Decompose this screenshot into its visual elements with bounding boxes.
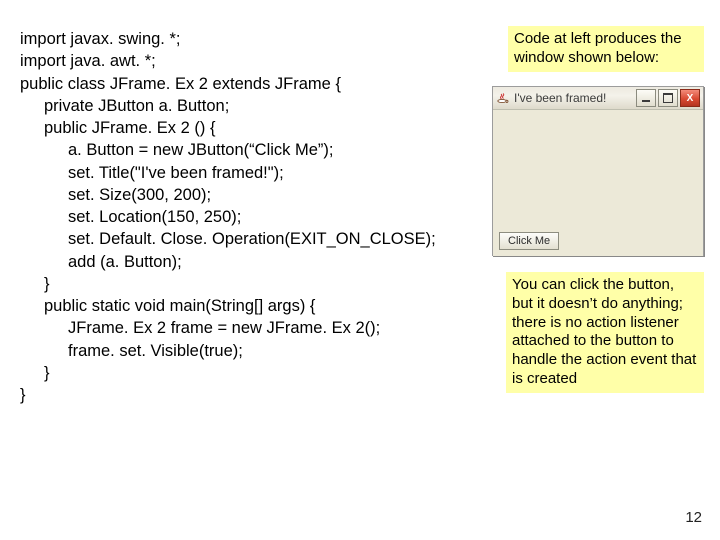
caption-top: Code at left produces the window shown b… bbox=[508, 26, 704, 72]
close-button[interactable]: X bbox=[680, 89, 700, 107]
code-line: public JFrame. Ex 2 () { bbox=[20, 117, 500, 139]
code-line: set. Title("I've been framed!"); bbox=[20, 162, 500, 184]
code-line: JFrame. Ex 2 frame = new JFrame. Ex 2(); bbox=[20, 317, 500, 339]
click-me-button[interactable]: Click Me bbox=[499, 232, 559, 250]
titlebar: I've been framed! X bbox=[493, 87, 703, 110]
java-icon bbox=[496, 91, 510, 105]
code-line: a. Button = new JButton(“Click Me”); bbox=[20, 139, 500, 161]
maximize-button[interactable] bbox=[658, 89, 678, 107]
code-line: } bbox=[20, 384, 500, 406]
minimize-button[interactable] bbox=[636, 89, 656, 107]
window-body: Click Me bbox=[493, 110, 703, 256]
code-line: set. Location(150, 250); bbox=[20, 206, 500, 228]
code-line: set. Size(300, 200); bbox=[20, 184, 500, 206]
maximize-icon bbox=[663, 93, 673, 103]
slide: import javax. swing. *; import java. awt… bbox=[0, 0, 720, 540]
code-line: import javax. swing. *; bbox=[20, 28, 500, 50]
code-line: } bbox=[20, 362, 500, 384]
close-icon: X bbox=[687, 93, 694, 104]
code-line: import java. awt. *; bbox=[20, 50, 500, 72]
caption-bottom: You can click the button, but it doesn’t… bbox=[506, 272, 704, 393]
code-line: set. Default. Close. Operation(EXIT_ON_C… bbox=[20, 228, 500, 250]
code-line: add (a. Button); bbox=[20, 251, 500, 273]
example-window: I've been framed! X Click Me bbox=[492, 86, 704, 256]
code-listing: import javax. swing. *; import java. awt… bbox=[20, 28, 500, 407]
minimize-icon bbox=[642, 100, 650, 102]
code-line: frame. set. Visible(true); bbox=[20, 340, 500, 362]
code-line: public static void main(String[] args) { bbox=[20, 295, 500, 317]
code-line: } bbox=[20, 273, 500, 295]
page-number: 12 bbox=[685, 509, 702, 526]
code-line: public class JFrame. Ex 2 extends JFrame… bbox=[20, 73, 500, 95]
code-line: private JButton a. Button; bbox=[20, 95, 500, 117]
window-title: I've been framed! bbox=[514, 91, 634, 105]
